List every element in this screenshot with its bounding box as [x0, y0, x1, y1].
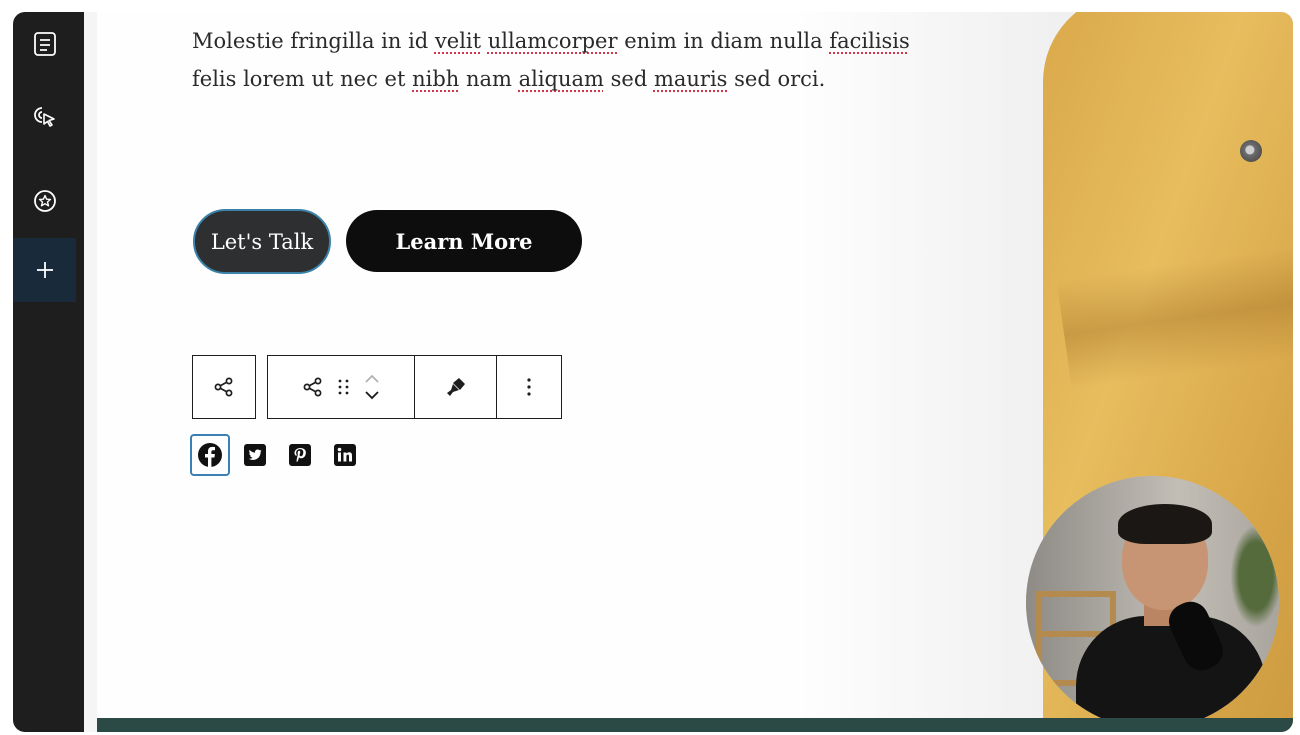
footer-band — [97, 718, 1293, 732]
share-icon — [303, 377, 322, 397]
select-parent-toolbar — [192, 355, 256, 419]
paragraph-line-2: felis lorem ut nec et nibh nam aliquam s… — [192, 67, 826, 91]
social-link-facebook[interactable] — [190, 434, 230, 476]
share-icon — [214, 377, 233, 397]
paintbrush-icon — [446, 378, 465, 396]
twitter-icon — [244, 444, 266, 466]
linkedin-icon — [334, 444, 356, 466]
add-block-button[interactable] — [13, 238, 76, 302]
block-type-button[interactable] — [301, 375, 325, 399]
block-switcher-group — [268, 356, 414, 418]
styles-button[interactable] — [414, 356, 496, 418]
select-parent-button[interactable] — [193, 356, 255, 418]
editor-window: Molestie fringilla in id velit ullamcorp… — [13, 12, 1293, 732]
body-paragraph[interactable]: Molestie fringilla in id velit ullamcorp… — [192, 22, 932, 98]
document-list-icon — [33, 32, 56, 56]
presenter-body — [1076, 616, 1266, 729]
jacket-button — [1240, 140, 1262, 162]
social-link-twitter[interactable] — [235, 434, 275, 476]
plant — [1226, 516, 1279, 636]
editor-sidebar — [13, 12, 84, 732]
social-icons-block — [190, 434, 370, 476]
webcam-overlay — [1026, 476, 1279, 729]
patterns-button[interactable] — [13, 169, 76, 233]
star-circle-icon — [33, 190, 56, 212]
drag-handle-icon — [338, 379, 349, 395]
learn-more-button[interactable]: Learn More — [346, 210, 582, 272]
interactions-button[interactable] — [13, 84, 76, 148]
lets-talk-button[interactable]: Let's Talk — [193, 209, 331, 274]
more-vertical-icon — [527, 378, 531, 396]
move-buttons — [363, 374, 381, 400]
chevron-down-icon[interactable] — [363, 390, 381, 400]
presenter-hair — [1118, 504, 1212, 544]
pinterest-icon — [289, 444, 311, 466]
pointer-click-icon — [33, 107, 55, 127]
document-overview-button[interactable] — [13, 12, 76, 76]
block-toolbar — [267, 355, 562, 419]
paragraph-line-1: Molestie fringilla in id velit ullamcorp… — [192, 29, 910, 53]
page-edge — [84, 12, 97, 732]
plus-icon — [36, 262, 53, 278]
facebook-icon — [198, 443, 222, 467]
social-link-pinterest[interactable] — [280, 434, 320, 476]
social-link-linkedin[interactable] — [325, 434, 365, 476]
chevron-up-icon[interactable] — [363, 374, 381, 384]
block-options-button[interactable] — [496, 356, 561, 418]
editor-canvas: Molestie fringilla in id velit ullamcorp… — [84, 12, 1293, 732]
drag-handle[interactable] — [335, 375, 353, 399]
